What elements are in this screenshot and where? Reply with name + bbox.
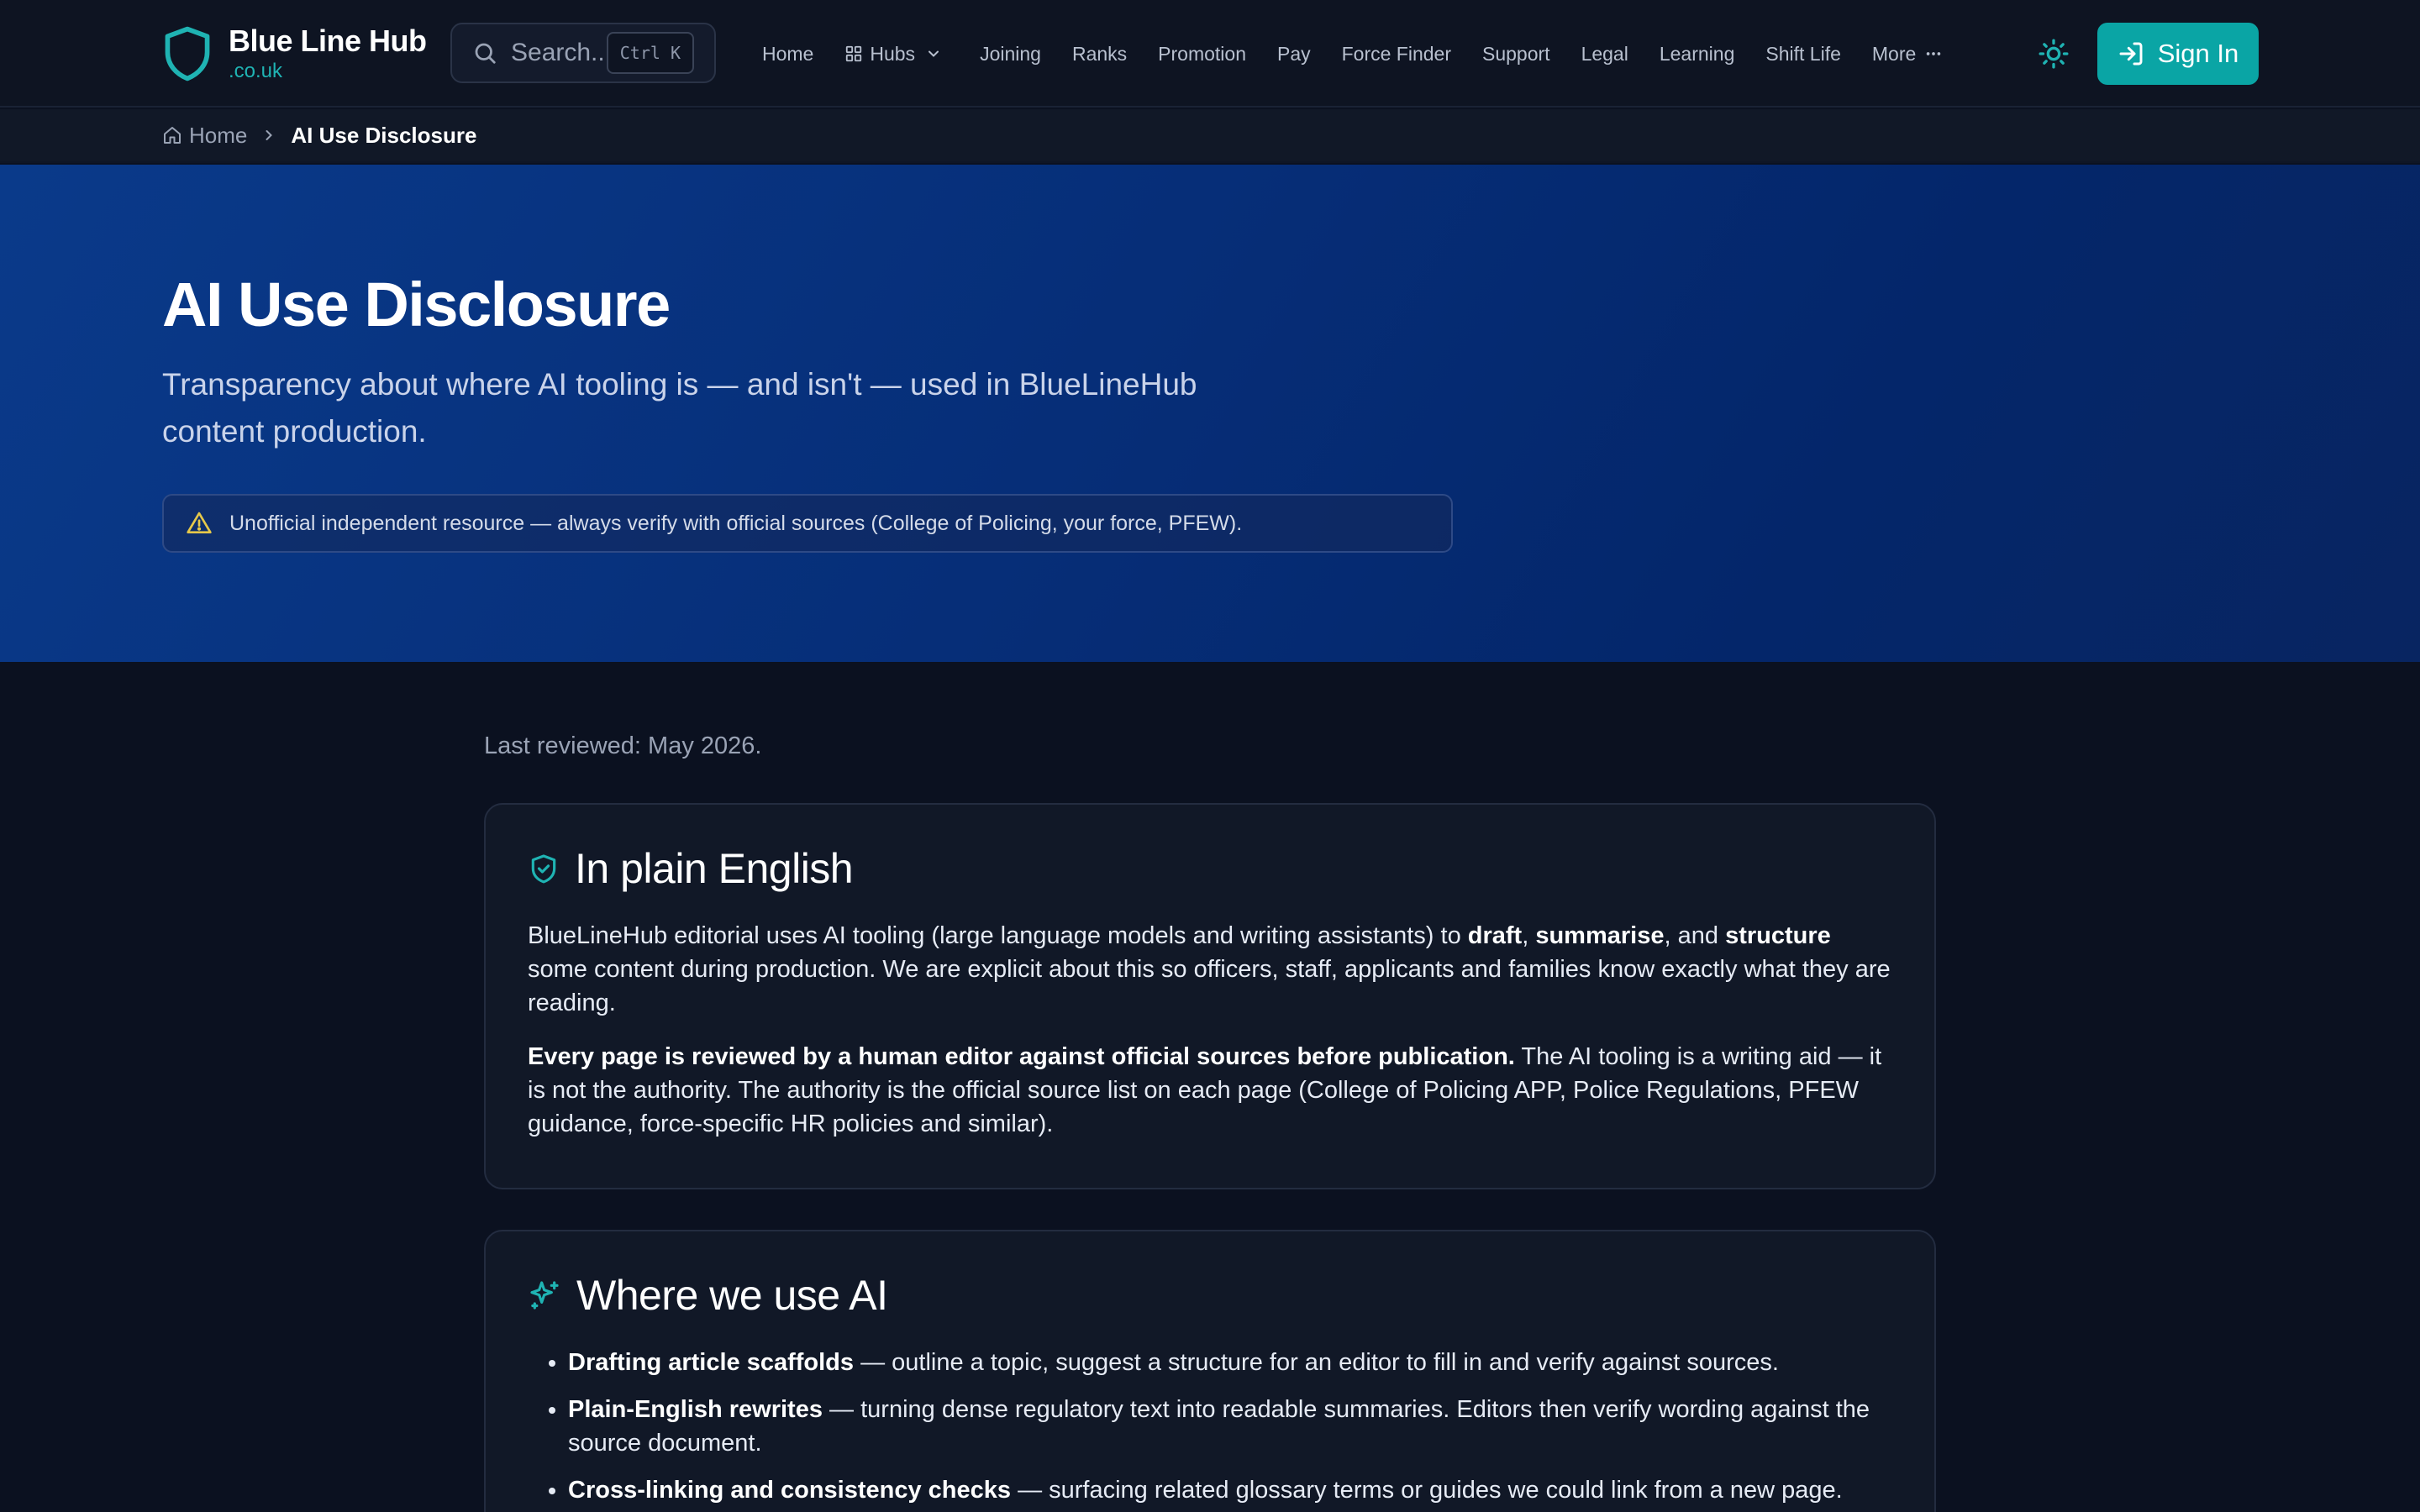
list-item-text: — surfacing related glossary terms or gu… (1011, 1477, 1843, 1504)
text-run: BlueLineHub editorial uses AI tooling (l… (528, 922, 1468, 949)
page-subtitle: Transparency about where AI tooling is —… (162, 367, 1197, 449)
main-nav: Home Hubs Joining Ranks Promotion Pay Fo… (762, 34, 1981, 74)
list-item: Cross-linking and consistency checks — s… (568, 1473, 1892, 1507)
list-item: Drafting article scaffolds — outline a t… (568, 1346, 1892, 1379)
nav-support[interactable]: Support (1482, 43, 1550, 66)
notice-text: Unofficial independent resource — always… (229, 511, 1243, 535)
nav-legal[interactable]: Legal (1581, 43, 1628, 66)
sign-in-button[interactable]: Sign In (2097, 23, 2259, 85)
nav-joining[interactable]: Joining (980, 43, 1041, 66)
hero-banner: AI Use Disclosure Transparency about whe… (0, 165, 2420, 662)
grid-icon (846, 45, 862, 62)
top-navigation-bar: Blue Line Hub .co.uk Ctrl K Home Hubs Jo… (0, 0, 2420, 108)
ellipsis-icon (1927, 52, 1941, 55)
breadcrumb-current: AI Use Disclosure (291, 122, 477, 148)
list-item-term: Plain-English rewrites (568, 1396, 823, 1423)
plain-english-paragraph-1: BlueLineHub editorial uses AI tooling (l… (528, 919, 1892, 1020)
search-icon (475, 43, 496, 64)
nav-more-dropdown[interactable]: More (1872, 43, 1949, 66)
bold-term: summarise (1535, 922, 1665, 949)
list-item: Plain-English rewrites — turning dense r… (568, 1393, 1892, 1460)
nav-home[interactable]: Home (762, 43, 813, 66)
search-box[interactable]: Ctrl K (450, 23, 716, 83)
chevron-down-icon (929, 50, 939, 57)
breadcrumb: Home AI Use Disclosure (0, 109, 2420, 163)
bold-term: draft (1467, 922, 1523, 949)
shield-check-icon (531, 854, 556, 884)
nav-promotion[interactable]: Promotion (1158, 43, 1246, 66)
sign-in-label: Sign In (2157, 39, 2239, 68)
breadcrumb-home-label: Home (189, 122, 248, 148)
ai-uses-list: Drafting article scaffolds — outline a t… (528, 1346, 1892, 1507)
text-run: , and (1664, 922, 1726, 949)
list-item-term: Drafting article scaffolds (568, 1349, 855, 1376)
search-input[interactable] (511, 39, 610, 67)
house-icon (164, 127, 181, 144)
nav-force-finder[interactable]: Force Finder (1342, 43, 1451, 66)
chevron-right-icon (266, 130, 273, 140)
log-in-icon (2119, 42, 2143, 66)
nav-ranks[interactable]: Ranks (1072, 43, 1127, 66)
list-item-text: — outline a topic, suggest a structure f… (854, 1349, 1779, 1376)
card-header: In plain English (528, 842, 1892, 895)
bold-statement: Every page is reviewed by a human editor… (528, 1043, 1515, 1070)
brand-domain: .co.uk (229, 60, 283, 82)
section-title: Where we use AI (576, 1272, 888, 1319)
nav-shift-life[interactable]: Shift Life (1765, 43, 1841, 66)
nav-hubs-dropdown[interactable]: Hubs (844, 43, 949, 66)
list-item-term: Cross-linking and consistency checks (568, 1477, 1012, 1504)
text-run: , (1522, 922, 1536, 949)
shield-icon (165, 26, 210, 81)
nav-pay[interactable]: Pay (1277, 43, 1311, 66)
brand-text: Blue Line Hub .co.uk (229, 26, 427, 81)
page-title: AI Use Disclosure (162, 270, 671, 339)
nav-more-label: More (1871, 42, 1917, 65)
last-reviewed-date: Last reviewed: May 2026. (484, 732, 762, 759)
plain-english-card: In plain English BlueLineHub editorial u… (484, 803, 1936, 1189)
sun-icon (2039, 39, 2069, 69)
bold-term: structure (1725, 922, 1831, 949)
breadcrumb-home-link[interactable]: Home (162, 123, 247, 149)
unofficial-notice: Unofficial independent resource — always… (162, 494, 1453, 553)
brand-name: Blue Line Hub (229, 24, 427, 58)
theme-toggle-button[interactable] (2037, 37, 2070, 71)
section-title: In plain English (575, 845, 854, 892)
sparkles-icon (530, 1281, 559, 1310)
nav-learning[interactable]: Learning (1660, 43, 1735, 66)
warning-triangle-icon (187, 512, 212, 533)
card-header: Where we use AI (528, 1268, 1892, 1322)
where-we-use-ai-card: Where we use AI Drafting article scaffol… (484, 1230, 1936, 1512)
keyboard-shortcut-hint: Ctrl K (606, 32, 694, 74)
text-run: some content during production. We are e… (528, 956, 1891, 1016)
nav-hubs-label: Hubs (870, 42, 916, 65)
brand-logo-link[interactable]: Blue Line Hub .co.uk (163, 24, 427, 84)
plain-english-paragraph-2: Every page is reviewed by a human editor… (528, 1040, 1892, 1141)
